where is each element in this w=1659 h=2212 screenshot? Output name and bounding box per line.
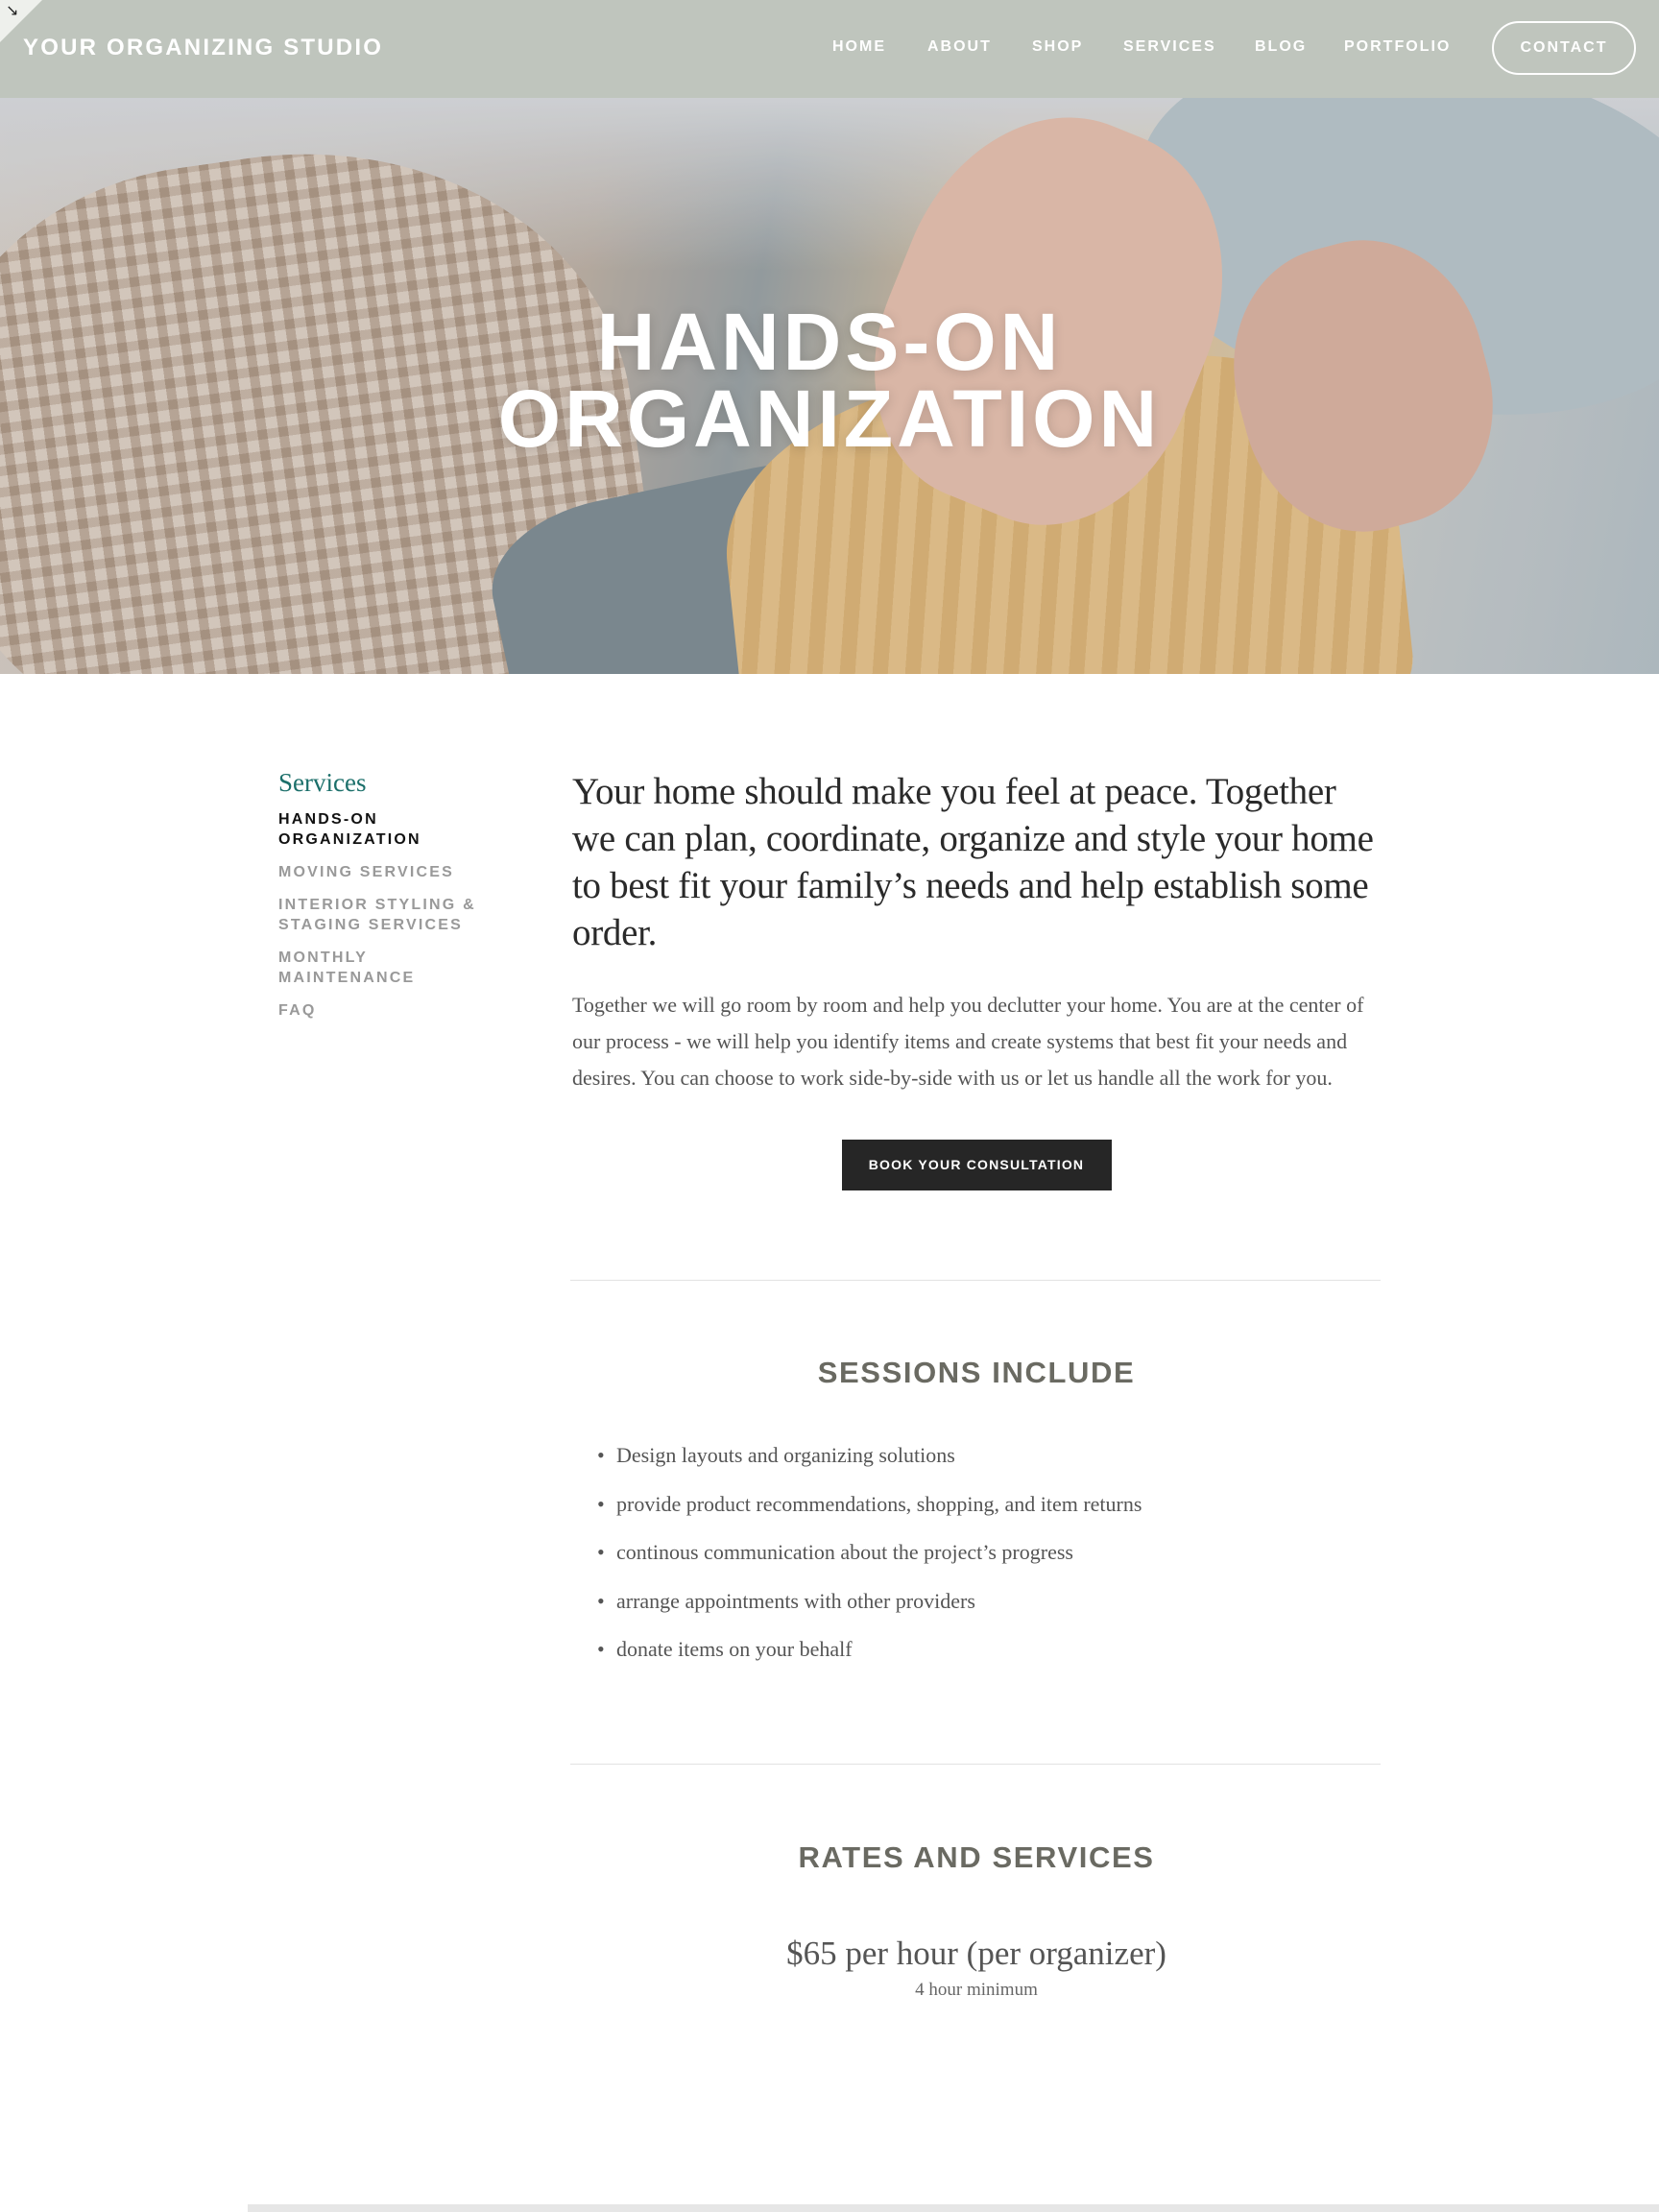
list-item: • Design layouts and organizing solutions — [597, 1442, 1381, 1469]
main-content: Your home should make you feel at peace.… — [572, 768, 1381, 1190]
list-item-text: Design layouts and organizing solutions — [616, 1443, 955, 1467]
hero-banner: HANDS-ON ORGANIZATION — [0, 98, 1659, 674]
sessions-title: SESSIONS INCLUDE — [817, 1356, 1136, 1389]
bullet-icon: • — [597, 1491, 605, 1516]
sidebar-item-hands-on-organization[interactable]: HANDS-ON ORGANIZATION — [278, 809, 509, 850]
bullet-icon: • — [597, 1443, 605, 1467]
rates-title: RATES AND SERVICES — [798, 1840, 1155, 1874]
nav-blog[interactable]: BLOG — [1255, 38, 1307, 56]
sidebar-item-moving-services[interactable]: MOVING SERVICES — [278, 862, 509, 882]
list-item: • provide product recommendations, shoppi… — [597, 1491, 1381, 1518]
main-nav: HOME ABOUT SHOP SERVICES BLOG PORTFOLIO … — [0, 0, 1659, 98]
sidebar-item-label: MONTHLY — [278, 950, 369, 966]
sidebar-item-label: ORGANIZATION — [278, 831, 421, 848]
section-divider — [570, 1764, 1381, 1765]
hero-title: HANDS-ON ORGANIZATION — [0, 301, 1659, 459]
intro-paragraph: Together we will go room by room and hel… — [572, 993, 1364, 1090]
rate-minimum: 4 hour minimum — [915, 1980, 1038, 2000]
list-item-text: arrange appointments with other provider… — [616, 1588, 975, 1613]
site-header: ↘ YOUR ORGANIZING STUDIO HOME ABOUT SHOP… — [0, 0, 1659, 98]
hero-title-line2: ORGANIZATION — [497, 373, 1162, 464]
sidebar-item-faq[interactable]: FAQ — [278, 1000, 509, 1021]
nav-services[interactable]: SERVICES — [1123, 38, 1216, 56]
footer-edge — [248, 2204, 1659, 2212]
cta-wrapper: BOOK YOUR CONSULTATION — [572, 1140, 1381, 1190]
nav-home[interactable]: HOME — [832, 38, 886, 56]
sidebar-item-interior-styling[interactable]: INTERIOR STYLING & STAGING SERVICES — [278, 895, 509, 935]
nav-shop[interactable]: SHOP — [1032, 38, 1083, 56]
list-item-text: donate items on your behalf — [616, 1637, 853, 1661]
sidebar-item-label: HANDS-ON — [278, 811, 378, 828]
list-item: • arrange appointments with other provide… — [597, 1588, 1381, 1615]
services-sidebar: Services HANDS-ON ORGANIZATION MOVING SE… — [278, 768, 509, 1033]
sidebar-heading[interactable]: Services — [278, 768, 509, 798]
list-item: • donate items on your behalf — [597, 1636, 1381, 1663]
sessions-list: • Design layouts and organizing solutions… — [597, 1442, 1381, 1685]
sidebar-item-label: FAQ — [278, 1002, 317, 1019]
rate-price: $65 per hour (per organizer) — [786, 1935, 1166, 1972]
nav-about[interactable]: ABOUT — [927, 38, 992, 56]
list-item-text: provide product recommendations, shoppin… — [616, 1491, 1142, 1516]
sidebar-item-label: MOVING SERVICES — [278, 864, 454, 880]
lead-paragraph: Your home should make you feel at peace.… — [572, 771, 1374, 953]
section-divider — [570, 1280, 1381, 1281]
contact-button[interactable]: CONTACT — [1492, 21, 1636, 75]
list-item-text: continous communication about the projec… — [616, 1540, 1073, 1564]
sidebar-item-label: MAINTENANCE — [278, 970, 416, 986]
sidebar-item-monthly-maintenance[interactable]: MONTHLY MAINTENANCE — [278, 948, 509, 988]
bullet-icon: • — [597, 1540, 605, 1564]
nav-portfolio[interactable]: PORTFOLIO — [1344, 38, 1451, 56]
bullet-icon: • — [597, 1588, 605, 1613]
sidebar-item-label: STAGING SERVICES — [278, 917, 463, 933]
book-consultation-button[interactable]: BOOK YOUR CONSULTATION — [841, 1140, 1112, 1190]
list-item: • continous communication about the proje… — [597, 1539, 1381, 1566]
bullet-icon: • — [597, 1637, 605, 1661]
sidebar-item-label: INTERIOR STYLING & — [278, 897, 476, 913]
